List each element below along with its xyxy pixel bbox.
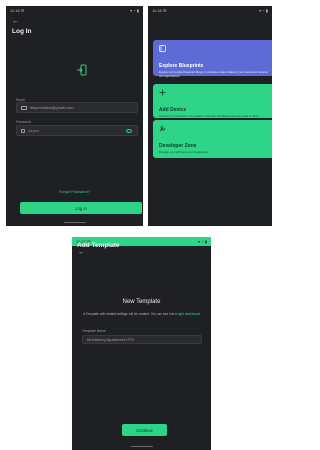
dashboard-screen: 11:16 ☰ ▾ ◔ ▮ Explore Blueprints Explore… <box>148 6 272 226</box>
card-title: Explore Blueprints <box>159 63 204 69</box>
plus-icon <box>159 89 166 96</box>
card-description: Manage your API keys and integrations. <box>159 150 209 154</box>
email-field[interactable]: tilepercalled@gmail.com <box>16 102 138 113</box>
card-description: Explore our curated blueprint library to… <box>159 70 268 78</box>
continue-button[interactable]: Continue <box>122 424 167 436</box>
dashboard-link[interactable]: right dashboard <box>178 312 200 316</box>
password-field[interactable]: •••••••• <box>16 125 138 136</box>
login-button[interactable]: Log In <box>20 202 142 214</box>
wrench-icon <box>159 125 166 132</box>
status-time: 11:16 ☰ <box>10 8 25 13</box>
card-description: Connect your devices to the platform and… <box>159 114 260 118</box>
status-icons: ▾ ◔ ▮ <box>259 8 268 13</box>
device-login-icon <box>77 64 87 76</box>
template-name-label: Template Name <box>82 329 106 333</box>
password-value: •••••••• <box>28 128 40 133</box>
status-time: 11:16 ☰ <box>152 8 167 13</box>
back-arrow-icon[interactable]: ← <box>12 18 19 25</box>
description-text: A Template with default settings will be… <box>83 312 177 316</box>
home-indicator <box>130 445 153 447</box>
add-device-card[interactable]: Add Device Connect your devices to the p… <box>153 84 272 118</box>
password-label: Password <box>16 120 31 124</box>
page-title: Add Template <box>77 242 120 249</box>
email-value: tilepercalled@gmail.com <box>30 105 74 110</box>
new-template-heading: New Template <box>122 299 161 305</box>
status-bar: 11:16 ☰ ▾ ◔ ▮ <box>148 6 272 15</box>
status-icons: ▾ ◔ ▮ <box>130 8 139 13</box>
add-template-screen: 11:17 ☰ ▾ ◔ ▮ ← Add Template New Templat… <box>72 237 211 450</box>
back-arrow-icon[interactable]: ← <box>78 249 85 256</box>
developer-zone-card[interactable]: Developer Zone Manage your API keys and … <box>153 120 272 158</box>
blueprint-icon <box>159 45 166 52</box>
eye-icon[interactable] <box>126 129 132 133</box>
new-template-description: A Template with default settings will be… <box>82 312 201 316</box>
mail-icon <box>21 105 27 110</box>
login-screen: 11:16 ☰ ▾ ◔ ▮ ← Log In Email tilepercall… <box>6 6 143 226</box>
status-icons: ▾ ◔ ▮ <box>198 239 207 244</box>
status-bar: 11:16 ☰ ▾ ◔ ▮ <box>6 6 143 15</box>
forgot-password-link[interactable]: Forgot Password? <box>6 190 143 194</box>
explore-blueprints-card[interactable]: Explore Blueprints Explore our curated b… <box>153 40 272 78</box>
page-title: Log In <box>12 28 32 35</box>
template-name-input[interactable]: Monitoring Apartment LPG <box>82 335 202 344</box>
card-title: Developer Zone <box>159 143 197 149</box>
card-title: Add Device <box>159 107 187 113</box>
template-name-value: Monitoring Apartment LPG <box>87 337 135 342</box>
lock-icon <box>21 128 25 133</box>
home-indicator <box>63 221 86 223</box>
